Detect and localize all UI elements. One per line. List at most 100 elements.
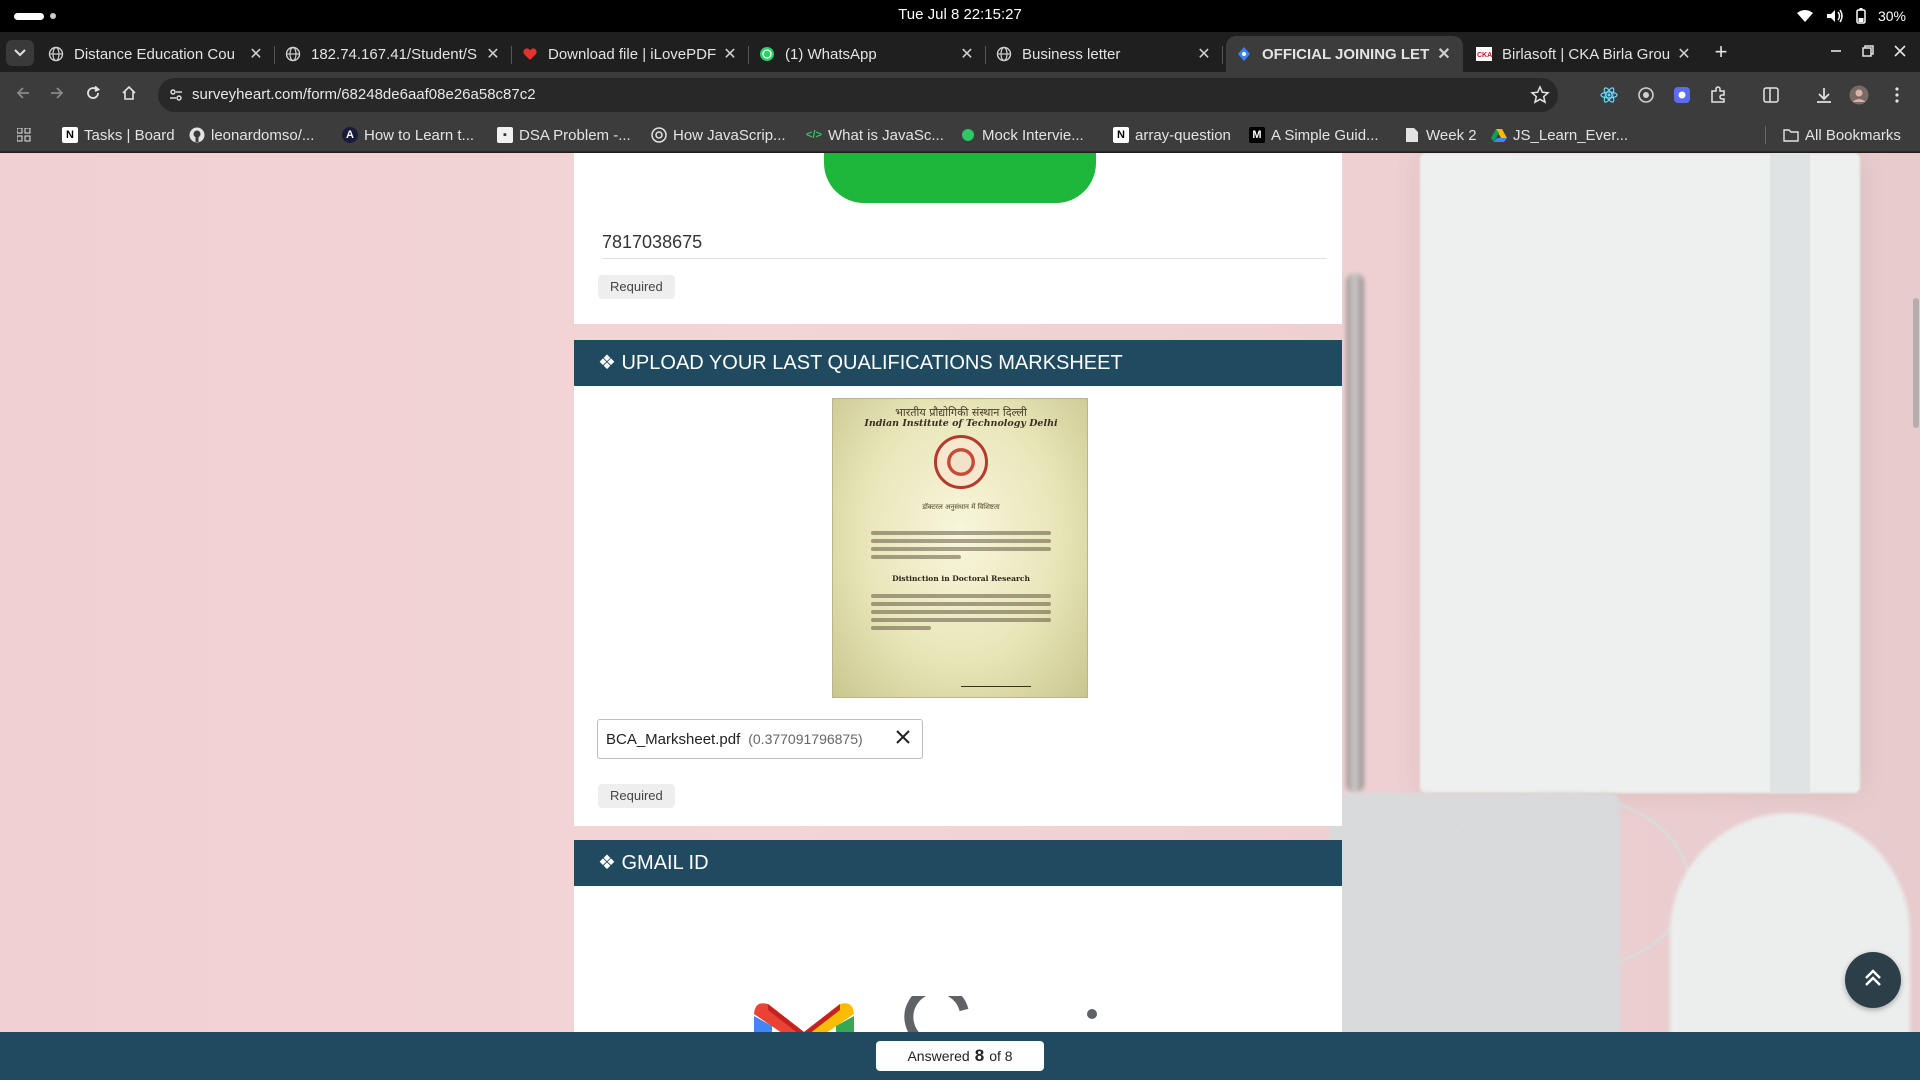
certificate-subheading: डॉक्टरल अनुसंधान में विशिष्टता	[922, 503, 1000, 511]
bookmark-label: JS_Learn_Ever...	[1513, 126, 1629, 144]
close-icon	[896, 730, 910, 748]
volume-icon	[1826, 9, 1844, 23]
close-icon[interactable]: ✕	[484, 45, 502, 63]
document-icon	[1404, 127, 1420, 143]
arrow-right-icon	[49, 85, 65, 106]
back-button[interactable]	[8, 80, 38, 110]
download-icon[interactable]	[1813, 84, 1835, 106]
tab-distance-education[interactable]: Distance Education Cou ✕	[38, 36, 275, 72]
forward-button[interactable]	[42, 80, 72, 110]
bookmark-week-2[interactable]: Week 2	[1404, 118, 1477, 152]
bookmark-label: How to Learn t...	[364, 126, 475, 144]
bookmark-label: A Simple Guid...	[1271, 126, 1379, 144]
globe-icon	[48, 46, 64, 62]
close-icon[interactable]: ✕	[721, 45, 739, 63]
bookmark-dsa-problem[interactable]: ▪ DSA Problem -...	[497, 118, 631, 152]
bookmark-leonardomso[interactable]: leonardomso/...	[189, 118, 314, 152]
arrow-left-icon	[15, 85, 31, 106]
certificate-text-line	[871, 531, 1051, 535]
reading-list-icon[interactable]	[1760, 84, 1782, 106]
tab-whatsapp[interactable]: (1) WhatsApp ✕	[749, 36, 986, 72]
certificate-signature-line	[961, 673, 1031, 687]
bookmark-simple-guide[interactable]: M A Simple Guid...	[1249, 118, 1379, 152]
form-icon	[1236, 46, 1252, 62]
tab-student-portal[interactable]: 182.74.167.41/Student/S ✕	[275, 36, 512, 72]
whatsapp-question-card: 7817038675 Required	[574, 153, 1342, 324]
close-icon[interactable]: ✕	[958, 45, 976, 63]
phone-answer-input[interactable]: 7817038675	[602, 225, 1327, 259]
tab-title: Download file | iLovePDF	[548, 45, 717, 63]
apps-button[interactable]	[16, 118, 38, 152]
uploaded-file-name[interactable]: BCA_Marksheet.pdf	[606, 731, 740, 748]
remove-file-button[interactable]	[892, 728, 914, 750]
bookmark-js-learn[interactable]: JS_Learn_Ever...	[1491, 118, 1628, 152]
system-clock[interactable]: Tue Jul 8 22:15:27	[0, 0, 1920, 30]
bookmark-star-icon[interactable]	[1530, 85, 1550, 105]
certificate-text-line	[871, 602, 1051, 606]
scrollbar-thumb[interactable]	[1913, 298, 1919, 428]
url-text[interactable]: surveyheart.com/form/68248de6aaf08e26a58…	[192, 78, 536, 112]
answered-suffix: of 8	[989, 1048, 1013, 1064]
google-drive-icon	[1491, 127, 1507, 143]
bookmark-label: Mock Intervie...	[982, 126, 1084, 144]
bookmark-label: How JavaScrip...	[673, 126, 786, 144]
green-dot-icon	[960, 127, 976, 143]
all-bookmarks-folder[interactable]: All Bookmarks	[1783, 118, 1901, 152]
tab-official-joining-letter[interactable]: OFFICIAL JOINING LET ✕	[1226, 36, 1463, 72]
tab-ilovepdf[interactable]: Download file | iLovePDF ✕	[512, 36, 749, 72]
scroll-to-top-button[interactable]	[1845, 952, 1901, 1008]
heart-icon	[522, 46, 538, 62]
required-badge: Required	[598, 275, 675, 299]
marksheet-preview-image[interactable]: भारतीय प्रौद्योगिकी संस्थान दिल्ली India…	[832, 398, 1088, 698]
battery-icon	[1856, 8, 1866, 24]
gmail-question-card	[574, 886, 1342, 1032]
bookmark-array-question[interactable]: N array-question	[1113, 118, 1231, 152]
restore-button[interactable]	[1855, 40, 1881, 66]
blue-extension-icon[interactable]	[1671, 84, 1693, 106]
reload-button[interactable]	[78, 80, 108, 110]
certificate-text-line	[871, 626, 931, 630]
close-icon[interactable]: ✕	[1195, 45, 1213, 63]
close-icon[interactable]: ✕	[1675, 45, 1693, 63]
bookmark-how-to-learn[interactable]: A How to Learn t...	[342, 118, 474, 152]
bookmark-what-is-javascript[interactable]: </> What is JavaSc...	[806, 118, 944, 152]
bookmark-mock-interview[interactable]: Mock Intervie...	[960, 118, 1084, 152]
page-scrollbar[interactable]	[1912, 153, 1920, 1032]
certificate-text-line	[871, 539, 1051, 543]
uploaded-file-size: (0.377091796875)	[748, 731, 863, 747]
certificate-institute-english: Indian Institute of Technology Delhi	[864, 418, 1058, 429]
answered-counter: Answered 8 of 8	[876, 1041, 1044, 1071]
folder-icon	[1783, 127, 1799, 143]
tab-birlasoft[interactable]: CKA Birlasoft | CKA Birla Grou ✕	[1466, 36, 1703, 72]
close-window-button[interactable]	[1887, 40, 1913, 66]
double-chevron-up-icon	[1862, 967, 1884, 994]
more-menu-icon[interactable]	[1886, 84, 1908, 106]
bookmarks-bar: N Tasks | Board leonardomso/... A How to…	[0, 118, 1920, 152]
tab-business-letter[interactable]: Business letter ✕	[986, 36, 1223, 72]
extensions-puzzle-icon[interactable]	[1707, 84, 1729, 106]
certificate-text-line	[871, 618, 1051, 622]
chevron-down-icon	[14, 44, 26, 62]
react-devtools-icon[interactable]	[1598, 84, 1620, 106]
uploaded-file-chip: BCA_Marksheet.pdf (0.377091796875)	[597, 719, 923, 759]
answered-prefix: Answered	[907, 1048, 970, 1064]
new-tab-button[interactable]: +	[1708, 40, 1734, 66]
target-extension-icon[interactable]	[1635, 84, 1657, 106]
bookmark-label: Week 2	[1426, 126, 1477, 144]
system-tray[interactable]: 30%	[1796, 4, 1906, 28]
browser-toolbar: surveyheart.com/form/68248de6aaf08e26a58…	[0, 72, 1920, 118]
tab-search-button[interactable]	[6, 40, 34, 66]
bookmark-tasks-board[interactable]: N Tasks | Board	[62, 118, 175, 152]
site-info-icon[interactable]	[166, 85, 186, 105]
background-notebook-band	[1770, 153, 1810, 793]
required-badge: Required	[598, 784, 675, 808]
home-button[interactable]	[114, 80, 144, 110]
close-icon[interactable]: ✕	[1435, 45, 1453, 63]
bookmark-how-javascript[interactable]: How JavaScrip...	[651, 118, 786, 152]
address-bar[interactable]: surveyheart.com/form/68248de6aaf08e26a58…	[158, 78, 1558, 112]
profile-avatar[interactable]	[1848, 84, 1870, 106]
close-icon[interactable]: ✕	[247, 45, 265, 63]
background-cable-image	[1430, 793, 1690, 973]
minimize-button[interactable]	[1823, 40, 1849, 66]
page-content[interactable]: 7817038675 Required ❖ UPLOAD YOUR LAST Q…	[0, 153, 1920, 1032]
